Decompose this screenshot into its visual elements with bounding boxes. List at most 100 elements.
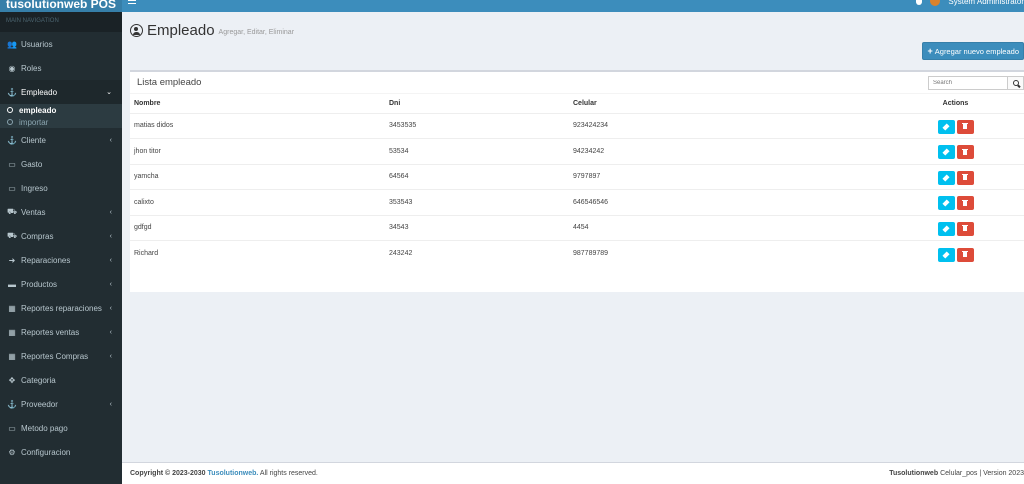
- sidebar-item-ingreso[interactable]: ▭ Ingreso: [0, 176, 122, 200]
- sidebar-item-reportes-ventas[interactable]: ▦ Reportes ventas ‹: [0, 320, 122, 344]
- column-header-dni[interactable]: Dni: [389, 94, 573, 113]
- cell-actions: [887, 189, 1024, 215]
- chevron-left-icon: ‹: [109, 328, 112, 336]
- sidebar-item-usuarios[interactable]: 👥 Usuarios: [0, 32, 122, 56]
- calendar-icon: ▦: [8, 327, 16, 337]
- money-icon: ▭: [8, 159, 16, 169]
- cell-dni: 53534: [389, 138, 573, 164]
- sidebar-item-label: Configuracion: [21, 447, 71, 457]
- avatar[interactable]: [930, 0, 941, 6]
- sidebar-item-roles[interactable]: ◉ Roles: [0, 56, 122, 80]
- edit-button[interactable]: [937, 145, 955, 160]
- edit-button[interactable]: [937, 170, 955, 185]
- sidebar-item-cliente[interactable]: ⚓ Cliente ‹: [0, 128, 122, 152]
- pencil-icon: [942, 123, 950, 131]
- footer: Copyright © 2023-2030 Tusolutionweb. All…: [122, 462, 1024, 484]
- trash-icon: [962, 251, 968, 257]
- sidebar-subitem-importar[interactable]: importar: [0, 116, 122, 128]
- trash-icon: [962, 199, 968, 206]
- notification-icon[interactable]: [916, 0, 923, 5]
- user-circle-icon: ◉: [8, 63, 16, 73]
- pencil-icon: [942, 199, 950, 207]
- edit-button[interactable]: [937, 247, 955, 262]
- table-row: Richard 243242 987789789: [130, 240, 1024, 266]
- sidebar-subitem-empleado[interactable]: empleado: [0, 104, 122, 116]
- sidebar-item-label: Ingreso: [21, 183, 48, 193]
- column-header-nombre[interactable]: Nombre: [130, 94, 389, 113]
- sidebar-subitem-label: importar: [19, 117, 49, 127]
- row-actions: [887, 220, 1024, 236]
- sidebar-toggle-icon[interactable]: [128, 0, 136, 5]
- sidebar-item-gasto[interactable]: ▭ Gasto: [0, 152, 122, 176]
- edit-button[interactable]: [937, 221, 955, 236]
- plus-icon: +: [927, 46, 933, 56]
- money-icon: ▭: [8, 183, 16, 193]
- sidebar-item-reparaciones[interactable]: ➜ Reparaciones ‹: [0, 248, 122, 272]
- sidebar-item-label: Roles: [21, 63, 42, 73]
- sidebar-item-metodo-pago[interactable]: ▭ Metodo pago: [0, 416, 122, 440]
- sidebar-item-proveedor[interactable]: ⚓ Proveedor ‹: [0, 392, 122, 416]
- sidebar-item-categoria[interactable]: ✥ Categoria: [0, 368, 122, 392]
- cell-celular: 9797897: [573, 163, 887, 190]
- main-content: Empleado Agregar, Editar, Eliminar + Agr…: [122, 12, 1024, 462]
- sidebar-item-compras[interactable]: ⛟ Compras ‹: [0, 224, 122, 248]
- delete-button[interactable]: [956, 196, 974, 211]
- arrows-icon: ✥: [8, 375, 16, 385]
- sidebar-item-configuracion[interactable]: ⚙ Configuracion: [0, 440, 122, 464]
- delete-button[interactable]: [956, 221, 974, 236]
- column-header-celular[interactable]: Celular: [573, 94, 887, 113]
- delete-button[interactable]: [956, 119, 974, 134]
- chevron-left-icon: ‹: [109, 208, 112, 216]
- money-icon: ▭: [8, 423, 16, 433]
- chevron-left-icon: ‹: [109, 136, 112, 144]
- table-row: jhon titor 53534 94234242: [130, 138, 1024, 164]
- sidebar-item-label: Usuarios: [21, 39, 53, 49]
- box-header: Lista empleado: [130, 72, 1024, 94]
- sidebar-item-ventas[interactable]: ⛟ Ventas ‹: [0, 200, 122, 224]
- sidebar-item-label: Metodo pago: [21, 423, 68, 433]
- delete-button[interactable]: [956, 247, 974, 262]
- cell-nombre: jhon titor: [130, 138, 389, 164]
- app-logo[interactable]: tusolutionweb POS: [0, 0, 122, 12]
- pencil-icon: [942, 250, 950, 259]
- cell-nombre: Richard: [130, 240, 389, 266]
- company-link[interactable]: Tusolutionweb.: [208, 470, 259, 477]
- pencil-icon: [942, 174, 950, 182]
- delete-button[interactable]: [956, 145, 974, 160]
- sign-in-icon: ➜: [8, 255, 16, 265]
- sidebar-item-label: Cliente: [21, 135, 46, 145]
- edit-button[interactable]: [937, 119, 955, 134]
- sidebar-item-reportes-reparaciones[interactable]: ▦ Reportes reparaciones ‹: [0, 296, 122, 320]
- sidebar-item-label: Compras: [21, 231, 54, 241]
- sidebar-item-reportes-compras[interactable]: ▦ Reportes Compras ‹: [0, 344, 122, 368]
- sidebar: MAIN NAVIGATION 👥 Usuarios ◉ Roles ⚓ Empleado…: [0, 12, 122, 484]
- circle-icon: [7, 107, 13, 113]
- page-title: Empleado: [147, 22, 215, 39]
- cell-actions: [887, 240, 1024, 266]
- row-actions: [887, 118, 1024, 134]
- chevron-left-icon: ‹: [109, 304, 112, 312]
- search-input[interactable]: [928, 76, 1008, 90]
- user-name[interactable]: System Administrator: [948, 0, 1024, 6]
- cart-icon: ⛟: [7, 231, 18, 240]
- sidebar-item-productos[interactable]: ▬ Productos ‹: [0, 272, 122, 296]
- product-icon: ▬: [8, 279, 16, 289]
- chevron-left-icon: ‹: [109, 352, 112, 360]
- cell-celular: 987789789: [573, 240, 887, 266]
- cell-celular: 94234242: [573, 138, 887, 164]
- cell-dni: 64564: [389, 163, 573, 190]
- delete-button[interactable]: [956, 170, 974, 185]
- user-menu[interactable]: System Administrator: [916, 0, 1024, 12]
- search-button[interactable]: [1008, 76, 1024, 90]
- product-brand: Tusolutionweb: [889, 470, 939, 477]
- cell-celular: 646546546: [573, 189, 887, 215]
- sidebar-header: MAIN NAVIGATION: [0, 12, 122, 32]
- cell-nombre: calixto: [130, 189, 389, 215]
- top-navbar: tusolutionweb POS System Administrator: [0, 0, 1024, 12]
- sidebar-item-empleado[interactable]: ⚓ Empleado ⌄: [0, 80, 122, 104]
- sidebar-item-label: Productos: [21, 279, 58, 289]
- box-title: Lista empleado: [137, 77, 202, 88]
- edit-button[interactable]: [937, 196, 955, 211]
- table-row: yamcha 64564 9797897: [130, 163, 1024, 190]
- add-employee-button[interactable]: + Agregar nuevo empleado: [921, 42, 1024, 60]
